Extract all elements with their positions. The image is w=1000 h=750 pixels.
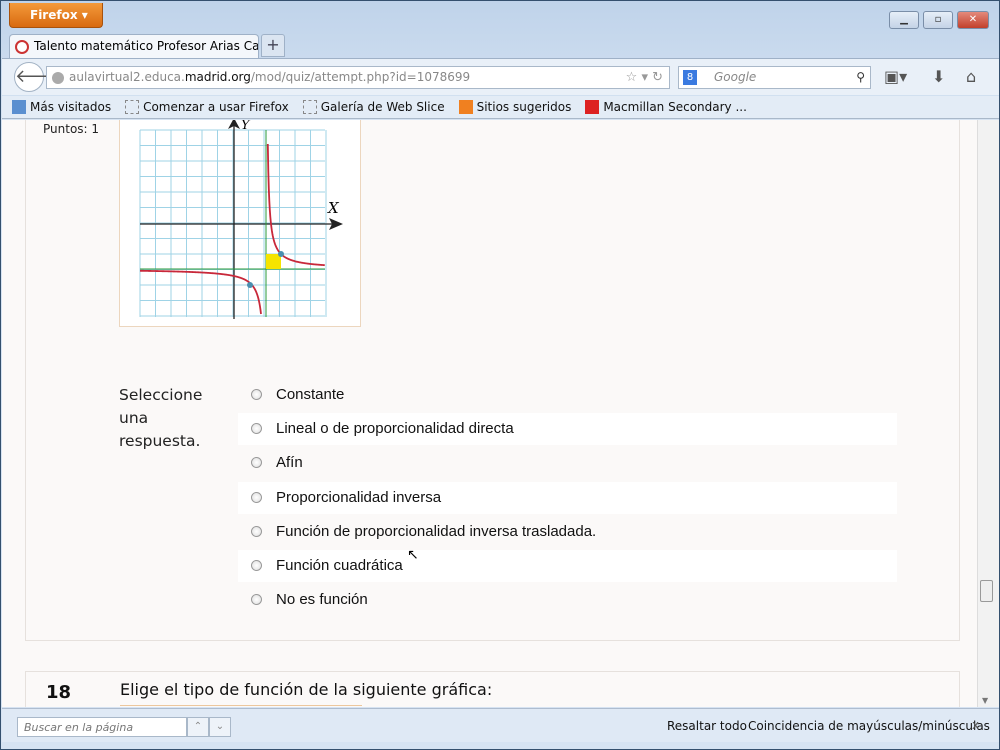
firefox-menu-button[interactable]: Firefox ▾ bbox=[9, 3, 103, 28]
minimize-button[interactable]: ▁ bbox=[889, 11, 919, 29]
radio-button[interactable] bbox=[251, 594, 262, 606]
bookmark-macmillan[interactable]: Macmillan Secondary ... bbox=[585, 100, 751, 114]
mouse-cursor-icon: ↖ bbox=[407, 547, 419, 563]
globe-icon bbox=[52, 72, 64, 84]
find-input[interactable]: Buscar en la página bbox=[17, 717, 187, 737]
url-bar[interactable]: aulavirtual2.educa.madrid.org/mod/quiz/a… bbox=[46, 66, 670, 89]
answer-option[interactable]: Proporcionalidad inversa bbox=[238, 481, 897, 514]
radio-button[interactable] bbox=[251, 525, 262, 537]
answer-option[interactable]: Constante bbox=[238, 379, 897, 411]
bookmarks-toolbar: Más visitados Comenzar a usar Firefox Ga… bbox=[2, 96, 999, 119]
maximize-button[interactable]: ▫ bbox=[923, 11, 953, 29]
scrollbar-thumb[interactable] bbox=[980, 580, 993, 602]
search-box[interactable]: 8 Google ⚲ bbox=[678, 66, 871, 89]
search-icon[interactable]: ⚲ bbox=[856, 67, 865, 88]
question-18: 18 Elige el tipo de función de la siguie… bbox=[25, 671, 960, 707]
answer-option[interactable]: No es función bbox=[238, 584, 897, 616]
radio-button[interactable] bbox=[251, 491, 262, 503]
answer-option[interactable]: Afín bbox=[238, 447, 897, 479]
google-icon: 8 bbox=[683, 70, 697, 85]
tab-active[interactable]: Talento matemático Profesor Arias Cabe..… bbox=[9, 34, 259, 58]
browser-window: Firefox ▾ ▁ ▫ ✕ Talento matemático Profeso… bbox=[0, 0, 1000, 750]
radio-button[interactable] bbox=[251, 389, 262, 400]
highlight-all-button[interactable]: Resaltar todo bbox=[667, 719, 747, 733]
match-case-checkbox[interactable]: Coincidencia de mayúsculas/minúsculas bbox=[748, 719, 990, 733]
radio-button[interactable] bbox=[251, 560, 262, 571]
x-axis-label: X bbox=[327, 199, 340, 217]
bookmark-star-icon[interactable]: ☆ ▾ ↻ bbox=[626, 67, 663, 88]
close-find-bar-button[interactable]: x bbox=[972, 718, 979, 732]
scrollbar[interactable]: ▼ bbox=[977, 120, 999, 707]
bookmark-comenzar[interactable]: Comenzar a usar Firefox bbox=[125, 100, 293, 114]
home-icon[interactable]: ⌂ bbox=[966, 67, 976, 86]
bookmark-web-slice[interactable]: Galería de Web Slice bbox=[302, 100, 449, 114]
radio-button[interactable] bbox=[251, 423, 262, 435]
scroll-down-arrow-icon[interactable]: ▼ bbox=[982, 696, 988, 705]
find-next-button[interactable]: ⌄ bbox=[209, 717, 231, 737]
question-number: 18 bbox=[46, 682, 72, 703]
answer-option[interactable]: Lineal o de proporcionalidad directa bbox=[238, 413, 897, 446]
close-button[interactable]: ✕ bbox=[957, 11, 989, 29]
bookmarks-menu-icon[interactable]: ▣▾ bbox=[884, 67, 907, 86]
back-button[interactable]: 🡐 bbox=[14, 62, 63, 92]
site-favicon-icon bbox=[15, 40, 29, 54]
new-tab-button[interactable]: + bbox=[261, 34, 285, 57]
find-bar: Buscar en la página ⌃ ⌄ Resaltar todo Co… bbox=[2, 708, 999, 742]
select-answer-prompt: Seleccione una respuesta. bbox=[119, 386, 203, 450]
question-text: Elige el tipo de función de la siguiente… bbox=[120, 680, 493, 699]
answer-option[interactable]: Función de proporcionalidad inversa tras… bbox=[238, 516, 897, 548]
bookmark-sitios[interactable]: Sitios sugeridos bbox=[458, 100, 576, 114]
page-content: Puntos: 1 X Y Seleccione una respuesta. … bbox=[2, 120, 977, 707]
find-previous-button[interactable]: ⌃ bbox=[187, 717, 209, 737]
answer-option[interactable]: Función cuadrática bbox=[238, 550, 897, 582]
question-graph: X Y bbox=[119, 120, 361, 327]
bookmark-mas-visitados[interactable]: Más visitados bbox=[12, 100, 115, 114]
y-axis-label: Y bbox=[241, 120, 251, 133]
points-label: Puntos: 1 bbox=[43, 122, 100, 136]
radio-button[interactable] bbox=[251, 457, 262, 469]
downloads-icon[interactable]: ⬇ bbox=[932, 67, 945, 86]
